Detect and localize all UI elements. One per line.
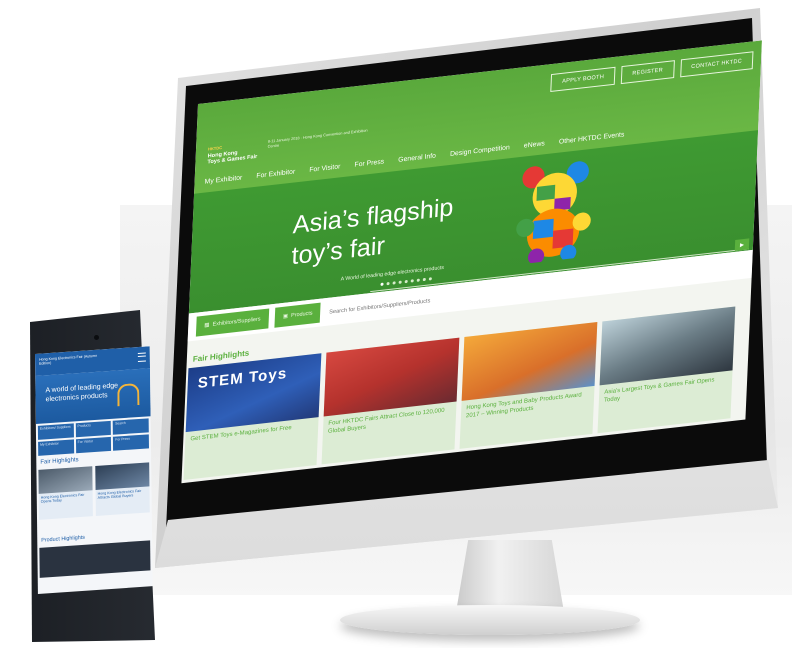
tab-products[interactable]: ▣ Products — [274, 302, 321, 328]
card-image — [95, 462, 150, 490]
mobile-logo[interactable]: Hong Kong Electronics Fair (Autumn Editi… — [39, 353, 109, 367]
carousel-dot[interactable] — [422, 277, 426, 282]
nav-my-exhibitor[interactable]: My Exhibitor — [204, 174, 242, 185]
mobile-hero[interactable]: A world of leading edge electronics prod… — [35, 368, 151, 424]
carousel-dot[interactable] — [380, 282, 384, 286]
mobile-website: Hong Kong Electronics Fair (Autumn Editi… — [35, 346, 153, 594]
mobile-link-products[interactable]: Products — [75, 420, 112, 438]
hamburger-menu-icon[interactable] — [137, 352, 146, 363]
mobile-product-highlights-title: Product Highlights — [41, 534, 85, 544]
mobile-product-strip[interactable] — [39, 540, 151, 578]
carousel-dot[interactable] — [428, 277, 432, 281]
site-logo[interactable]: HKTDC Hong Kong Toys & Games Fair 8-11 J… — [207, 127, 378, 166]
mobile-highlight-card[interactable]: Hong Kong Electronics Fair Opens Today — [38, 466, 93, 520]
card-image — [38, 466, 93, 494]
carousel-dot[interactable] — [386, 281, 390, 286]
nav-for-visitor[interactable]: For Visitor — [309, 163, 340, 173]
tab-exhibitors-suppliers[interactable]: ▦ Exhibitors/Suppliers — [195, 308, 269, 337]
carousel-dot[interactable] — [398, 280, 402, 284]
nav-other-events[interactable]: Other HKTDC Events — [559, 131, 625, 145]
card-caption: Hong Kong Electronics Fair Opens Today — [40, 492, 85, 505]
register-button[interactable]: REGISTER — [620, 60, 675, 85]
mobile-quick-links: Exhibitors/ Suppliers Products Search My… — [37, 418, 149, 456]
phone-camera — [94, 335, 99, 340]
cart-icon: ▣ — [282, 313, 289, 320]
mobile-highlight-card[interactable]: Hong Kong Electronics Fair Attracts Glob… — [95, 462, 150, 516]
tab-exhibitors-label: Exhibitors/Suppliers — [212, 316, 261, 328]
highlight-card[interactable]: Four HKTDC Fairs Attract Close to 120,00… — [321, 337, 460, 465]
mobile-highlight-cards: Hong Kong Electronics Fair Opens Today H… — [38, 462, 150, 520]
search-button[interactable]: ▸ — [734, 238, 750, 251]
nav-design-competition[interactable]: Design Competition — [450, 144, 510, 158]
calendar-icon: ▦ — [204, 322, 210, 329]
contact-hktdc-button[interactable]: CONTACT HKTDC — [679, 51, 754, 78]
card-image — [599, 306, 736, 386]
highlight-card[interactable]: Hong Kong Toys and Baby Products Award 2… — [459, 322, 598, 449]
headphones-icon — [117, 382, 140, 407]
carousel-dot[interactable] — [392, 281, 396, 285]
nav-general-info[interactable]: General Info — [398, 153, 436, 164]
logo-tagline: 8-11 January 2018 · Hong Kong Convention… — [267, 128, 368, 149]
carousel-dot[interactable] — [404, 279, 408, 284]
highlight-card[interactable]: Asia's Largest Toys & Games Fair Opens T… — [597, 306, 736, 434]
desktop-website: APPLY BOOTH REGISTER CONTACT HKTDC HKTDC… — [181, 40, 762, 484]
card-image: STEM Toys — [185, 353, 322, 433]
card-image — [323, 337, 460, 417]
tab-products-label: Products — [290, 310, 313, 319]
carousel-dot[interactable] — [416, 278, 420, 282]
card-image — [461, 322, 598, 401]
nav-for-exhibitor[interactable]: For Exhibitor — [256, 168, 295, 179]
puzzle-bear-icon — [516, 161, 591, 265]
carousel-dot[interactable] — [410, 279, 414, 283]
search-arrow-icon: ▸ — [739, 239, 745, 250]
mobile-link-exhibitors[interactable]: Exhibitors/ Suppliers — [37, 423, 74, 440]
mobile-fair-highlights-title: Fair Highlights — [40, 457, 79, 466]
mobile-link-for-press[interactable]: For Press — [113, 434, 149, 451]
card-caption: Hong Kong Electronics Fair Attracts Glob… — [97, 488, 142, 501]
nav-enews[interactable]: eNews — [524, 140, 545, 149]
stem-toys-image-text: STEM Toys — [197, 364, 288, 393]
apply-booth-button[interactable]: APPLY BOOTH — [550, 66, 616, 92]
mobile-link-search[interactable]: Search — [113, 418, 149, 435]
monitor-stand-base — [340, 605, 640, 635]
nav-for-press[interactable]: For Press — [354, 158, 384, 168]
mobile-link-my-exhibitor[interactable]: My Exhibitor — [38, 439, 74, 456]
mobile-link-for-visitor[interactable]: For Visitor — [75, 436, 112, 454]
highlight-card[interactable]: STEM Toys Get STEM Toys e-Magazines for … — [183, 353, 322, 480]
